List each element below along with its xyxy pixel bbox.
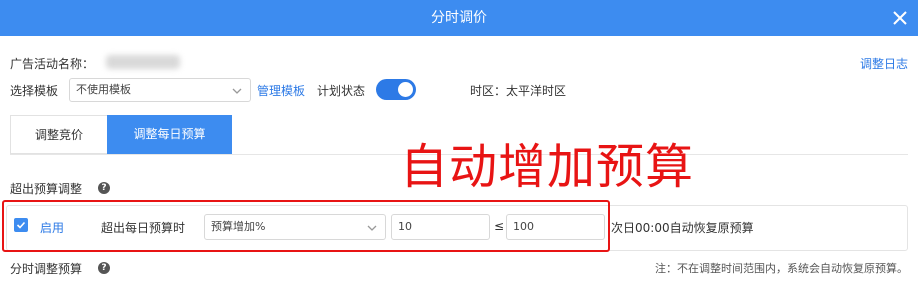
change-log-link[interactable]: 调整日志 bbox=[860, 55, 908, 72]
time-budget-note: 注：不在调整时间范围内，系统会自动恢复原预算。 bbox=[655, 262, 908, 275]
help-icon[interactable]: ? bbox=[98, 182, 110, 194]
timezone-text: 时区：太平洋时区 bbox=[470, 84, 567, 98]
template-select-value: 不使用模板 bbox=[76, 83, 131, 96]
template-label: 选择模板 bbox=[10, 84, 59, 98]
chevron-down-icon bbox=[232, 88, 242, 94]
over-budget-title: 超出预算调整 bbox=[10, 182, 83, 196]
dialog-header: 分时调价 bbox=[0, 0, 918, 36]
toggle-knob bbox=[398, 82, 413, 97]
template-select[interactable]: 不使用模板 bbox=[69, 78, 251, 102]
campaign-name-label: 广告活动名称： bbox=[10, 57, 95, 71]
close-icon[interactable] bbox=[890, 8, 910, 28]
dialog-title: 分时调价 bbox=[431, 10, 487, 26]
plan-status-toggle[interactable] bbox=[376, 79, 416, 100]
plan-status-label: 计划状态 bbox=[317, 84, 366, 98]
tab-adjust-daily-budget[interactable]: 调整每日预算 bbox=[107, 115, 232, 154]
help-icon[interactable]: ? bbox=[98, 262, 110, 274]
tab-adjust-bid[interactable]: 调整竞价 bbox=[10, 115, 107, 154]
annotation-highlight-box bbox=[2, 200, 610, 252]
manage-template-link[interactable]: 管理模板 bbox=[257, 82, 305, 99]
annotation-overlay-text: 自动增加预算 bbox=[400, 139, 695, 195]
time-budget-title: 分时调整预算 bbox=[10, 262, 83, 276]
restore-budget-text: 次日00:00自动恢复原预算 bbox=[611, 221, 754, 235]
campaign-name-value-blurred bbox=[106, 55, 180, 69]
